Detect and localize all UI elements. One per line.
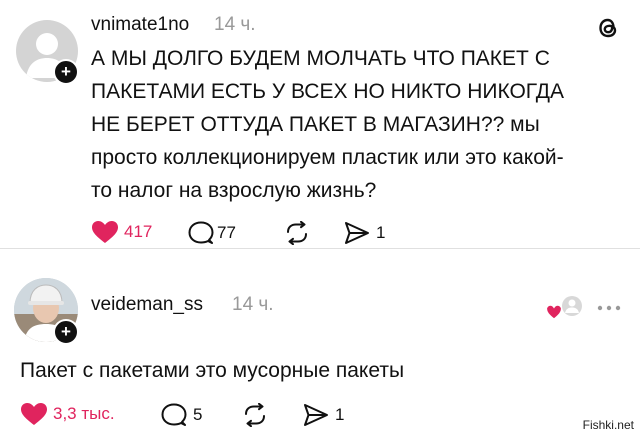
post-text: Пакет с пакетами это мусорные пакеты — [20, 359, 405, 382]
threads-logo-icon[interactable] — [594, 14, 622, 42]
post-text-line: ПАКЕТАМИ ЕСТЬ У ВСЕХ НО НИКТО НИКОГДА — [91, 80, 564, 103]
post-text-line: просто коллекционируем пластик или это к… — [91, 146, 564, 169]
post-2: + veideman_ss 14 ч. Пакет с пакетами это… — [0, 248, 640, 438]
like-button[interactable]: 417 — [91, 220, 152, 244]
post-text: А МЫ ДОЛГО БУДЕМ МОЛЧАТЬ ЧТО ПАКЕТ С ПАК… — [91, 42, 631, 207]
post-text-line: то налог на взрослую жизнь? — [91, 179, 377, 202]
reply-button[interactable]: 77 — [188, 221, 236, 245]
timestamp: 14 ч. — [214, 14, 256, 35]
heart-icon — [92, 221, 118, 243]
username[interactable]: vnimate1no — [91, 14, 189, 36]
post-text-line: НЕ БЕРЕТ ОТТУДА ПАКЕТ В МАГАЗИН?? мы — [91, 113, 540, 136]
watermark: Fishki.net — [582, 418, 634, 432]
heart-icon — [21, 403, 47, 425]
repost-button[interactable] — [284, 221, 310, 245]
like-count: 417 — [124, 222, 153, 241]
share-count: 1 — [376, 223, 386, 242]
liked-by-author-icon — [545, 295, 584, 321]
share-count: 1 — [335, 405, 345, 424]
like-count: 3,3 тыс. — [53, 404, 115, 423]
repost-button[interactable] — [242, 403, 268, 427]
speech-bubble-icon — [161, 403, 187, 426]
repost-icon — [245, 403, 265, 427]
send-icon — [304, 404, 328, 426]
follow-button[interactable]: + — [53, 59, 79, 85]
reply-button[interactable]: 5 — [161, 403, 202, 427]
share-button[interactable]: 1 — [303, 403, 344, 427]
speech-bubble-icon — [188, 221, 214, 244]
repost-icon — [287, 221, 307, 245]
more-dots-icon[interactable] — [596, 301, 622, 313]
reply-count: 77 — [217, 223, 236, 242]
timestamp: 14 ч. — [232, 294, 274, 315]
username[interactable]: veideman_ss — [91, 294, 203, 316]
share-button[interactable]: 1 — [344, 221, 385, 245]
follow-button[interactable]: + — [53, 319, 79, 345]
post-1: + vnimate1no 14 ч. А МЫ ДОЛГО БУДЕМ МОЛЧ… — [0, 0, 640, 248]
like-button[interactable]: 3,3 тыс. — [20, 402, 115, 426]
reply-count: 5 — [193, 405, 203, 424]
send-icon — [345, 222, 369, 244]
post-text-line: А МЫ ДОЛГО БУДЕМ МОЛЧАТЬ ЧТО ПАКЕТ С — [91, 47, 550, 70]
